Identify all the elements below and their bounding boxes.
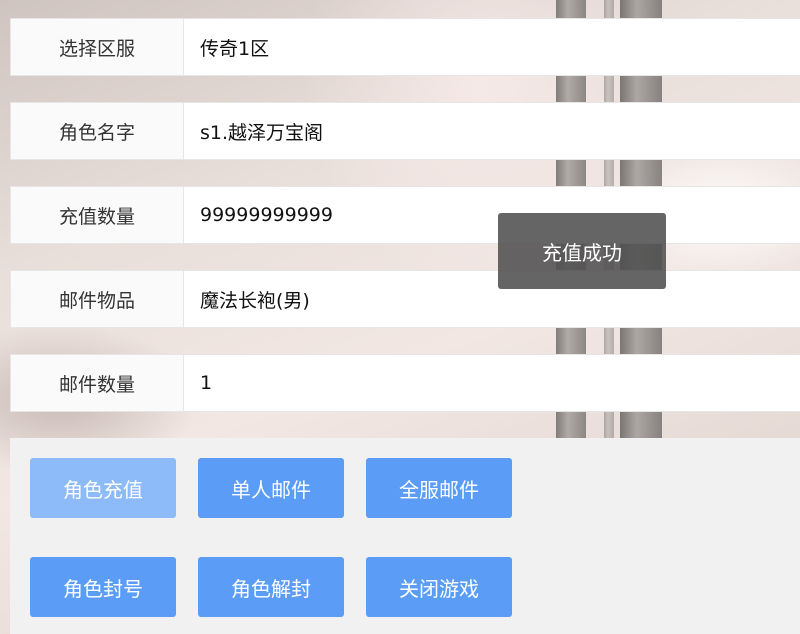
- role-name-label: 角色名字: [11, 103, 184, 159]
- recharge-amount-label: 充值数量: [11, 187, 184, 243]
- server-mail-button[interactable]: 全服邮件: [366, 458, 512, 518]
- single-mail-button[interactable]: 单人邮件: [198, 458, 344, 518]
- role-recharge-button[interactable]: 角色充值: [30, 458, 176, 518]
- mail-quantity-row[interactable]: 邮件数量 1: [10, 354, 800, 412]
- role-name-input[interactable]: s1.越泽万宝阁: [184, 103, 800, 159]
- server-select-row[interactable]: 选择区服 传奇1区: [10, 18, 800, 76]
- server-select-value[interactable]: 传奇1区: [184, 19, 800, 75]
- success-toast: 充值成功: [498, 213, 666, 289]
- mail-item-select[interactable]: 魔法长袍(男): [184, 271, 800, 327]
- recharge-amount-row[interactable]: 充值数量 99999999999: [10, 186, 800, 244]
- mail-quantity-input[interactable]: 1: [184, 355, 800, 411]
- server-select-label: 选择区服: [11, 19, 184, 75]
- ban-role-button[interactable]: 角色封号: [30, 557, 176, 617]
- mail-item-label: 邮件物品: [11, 271, 184, 327]
- recharge-amount-input[interactable]: 99999999999: [184, 187, 800, 243]
- mail-quantity-label: 邮件数量: [11, 355, 184, 411]
- mail-item-row[interactable]: 邮件物品 魔法长袍(男): [10, 270, 800, 328]
- close-game-button[interactable]: 关闭游戏: [366, 557, 512, 617]
- unban-role-button[interactable]: 角色解封: [198, 557, 344, 617]
- role-name-row[interactable]: 角色名字 s1.越泽万宝阁: [10, 102, 800, 160]
